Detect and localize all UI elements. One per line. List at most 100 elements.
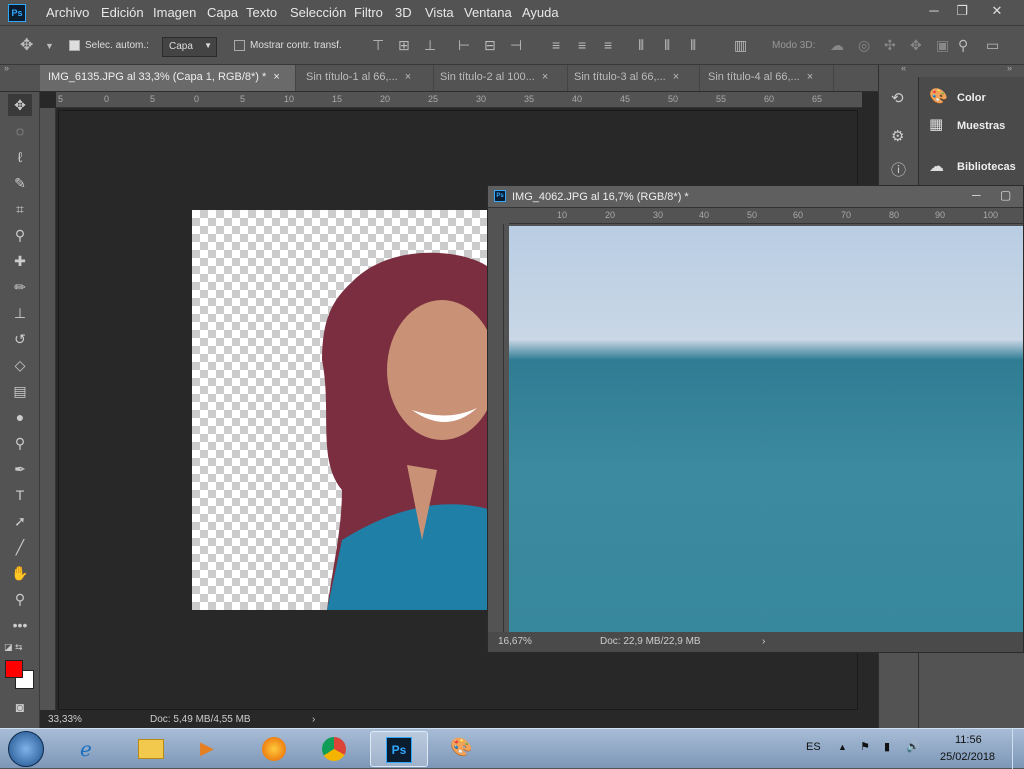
transparent-canvas[interactable] (192, 210, 497, 610)
maximize-icon[interactable]: ▢ (1000, 188, 1011, 202)
distribute-vcenter-icon[interactable]: ≡ (578, 37, 586, 53)
zoom-level[interactable]: 33,33% (48, 714, 82, 725)
orbit-3d-icon[interactable]: ☁ (830, 37, 844, 54)
type-tool-icon[interactable]: T (8, 484, 32, 506)
move-tool-icon[interactable]: ✥ (8, 94, 32, 116)
tab-img-6135[interactable]: IMG_6135.JPG al 33,3% (Capa 1, RGB/8*) *… (40, 65, 296, 91)
start-button[interactable] (8, 731, 44, 767)
tab-sin-titulo-1[interactable]: Sin título-1 al 66,... × (298, 65, 434, 91)
drag-3d-icon[interactable]: ✣ (884, 37, 896, 54)
close-icon[interactable]: ✕ (985, 2, 1009, 22)
tray-expand-icon[interactable]: ▲ (838, 742, 847, 752)
paint-app[interactable]: 🎨 (432, 731, 490, 767)
menu-3d[interactable]: 3D (395, 5, 412, 20)
hand-tool-icon[interactable]: ✋ (8, 562, 32, 584)
firefox-app[interactable] (246, 731, 304, 767)
chevron-right-icon[interactable]: › (762, 636, 765, 647)
close-icon[interactable]: × (807, 71, 813, 83)
crop-tool-icon[interactable]: ⌗ (8, 198, 32, 220)
libraries-icon[interactable]: ☁ (929, 157, 944, 175)
collapse-toolbar-icon[interactable]: » (4, 63, 9, 73)
align-hcenter-icon[interactable]: ⊟ (484, 37, 496, 54)
chrome-app[interactable] (306, 731, 364, 767)
search-icon[interactable]: ⚲ (958, 37, 968, 54)
info-icon[interactable]: ⓘ (891, 159, 906, 180)
quick-mask-icon[interactable]: ◙ (8, 696, 32, 718)
ie-app[interactable]: ℯ (62, 731, 120, 767)
gradient-tool-icon[interactable]: ▤ (8, 380, 32, 402)
clone-stamp-tool-icon[interactable]: ⊥ (8, 302, 32, 324)
photoshop-app[interactable]: Ps (370, 731, 428, 767)
panel-bibliotecas[interactable]: Bibliotecas (957, 161, 1024, 187)
eyedropper-tool-icon[interactable]: ⚲ (8, 224, 32, 246)
menu-capa[interactable]: Capa (207, 5, 238, 20)
distribute-hcenter-icon[interactable]: ⦀ (664, 37, 670, 54)
more-tools-icon[interactable]: ••• (8, 614, 32, 636)
brush-tool-icon[interactable]: ✏ (8, 276, 32, 298)
swatches-icon[interactable]: ▦ (929, 115, 943, 133)
zoom-tool-icon[interactable]: ⚲ (8, 588, 32, 610)
line-tool-icon[interactable]: ╱ (8, 536, 32, 558)
distribute-right-icon[interactable]: ⦀ (690, 37, 696, 54)
explorer-app[interactable] (122, 731, 180, 767)
distribute-bottom-icon[interactable]: ≡ (604, 37, 612, 53)
clock-time[interactable]: 11:56 (955, 734, 982, 746)
show-transform-checkbox[interactable] (234, 40, 245, 51)
close-icon[interactable]: × (542, 71, 548, 83)
menu-vista[interactable]: Vista (425, 5, 454, 20)
dodge-tool-icon[interactable]: ⚲ (8, 432, 32, 454)
lasso-tool-icon[interactable]: ℓ (8, 146, 32, 168)
align-top-icon[interactable]: ⊤ (372, 37, 384, 54)
color-icon[interactable]: 🎨 (929, 87, 948, 105)
history-brush-tool-icon[interactable]: ↺ (8, 328, 32, 350)
volume-icon[interactable]: 🔊 (906, 740, 920, 753)
restore-icon[interactable]: ❐ (950, 2, 974, 22)
chevron-down-icon[interactable]: ▼ (45, 41, 54, 51)
minimize-icon[interactable]: ─ (922, 2, 946, 22)
action-center-icon[interactable]: ⚑ (860, 740, 870, 753)
align-vcenter-icon[interactable]: ⊞ (398, 37, 410, 54)
align-left-icon[interactable]: ⊢ (458, 37, 470, 54)
auto-align-icon[interactable]: ▥ (734, 37, 747, 54)
plugins-icon[interactable]: ⚙ (891, 127, 904, 145)
align-right-icon[interactable]: ⊣ (510, 37, 522, 54)
blur-tool-icon[interactable]: ● (8, 406, 32, 428)
menu-ayuda[interactable]: Ayuda (522, 5, 559, 20)
marquee-tool-icon[interactable]: ◌ (8, 120, 32, 142)
collapse-panel-icon[interactable]: « (901, 63, 906, 73)
chevron-right-icon[interactable]: › (312, 714, 315, 725)
move-tool-icon[interactable]: ✥ (20, 35, 33, 55)
healing-brush-tool-icon[interactable]: ✚ (8, 250, 32, 272)
scale-3d-icon[interactable]: ▣ (936, 37, 949, 54)
align-bottom-icon[interactable]: ⊥ (424, 37, 436, 54)
menu-ventana[interactable]: Ventana (464, 5, 512, 20)
path-select-tool-icon[interactable]: ➚ (8, 510, 32, 532)
eraser-tool-icon[interactable]: ◇ (8, 354, 32, 376)
menu-seleccion[interactable]: Selección (290, 5, 346, 20)
tab-sin-titulo-2[interactable]: Sin título-2 al 100... × (432, 65, 568, 91)
history-icon[interactable]: ⟲ (891, 89, 904, 107)
quick-select-tool-icon[interactable]: ✎ (8, 172, 32, 194)
clock-date[interactable]: 25/02/2018 (940, 751, 995, 763)
pen-tool-icon[interactable]: ✒ (8, 458, 32, 480)
media-player-app[interactable]: ▶ (182, 731, 240, 767)
zoom-level[interactable]: 16,67% (498, 636, 532, 647)
menu-edicion[interactable]: Edición (101, 5, 144, 20)
foreground-color-swatch[interactable] (5, 660, 23, 678)
show-desktop-button[interactable] (1012, 729, 1024, 769)
auto-select-checkbox[interactable] (69, 40, 80, 51)
slide-3d-icon[interactable]: ✥ (910, 37, 922, 54)
distribute-left-icon[interactable]: ⦀ (638, 37, 644, 54)
close-icon[interactable]: × (673, 71, 679, 83)
network-icon[interactable]: ▮ (884, 740, 890, 753)
close-icon[interactable]: × (273, 71, 279, 83)
collapse-panel-icon[interactable]: » (1007, 63, 1012, 73)
menu-texto[interactable]: Texto (246, 5, 277, 20)
workspace-icon[interactable]: ▭ (986, 37, 999, 54)
menu-archivo[interactable]: Archivo (46, 5, 89, 20)
close-icon[interactable]: × (405, 71, 411, 83)
tab-sin-titulo-3[interactable]: Sin título-3 al 66,... × (566, 65, 700, 91)
float-title-bar[interactable]: Ps IMG_4062.JPG al 16,7% (RGB/8*) * ─ ▢ (488, 186, 1023, 208)
distribute-top-icon[interactable]: ≡ (552, 37, 560, 53)
sea-photo-image[interactable] (509, 226, 1023, 632)
